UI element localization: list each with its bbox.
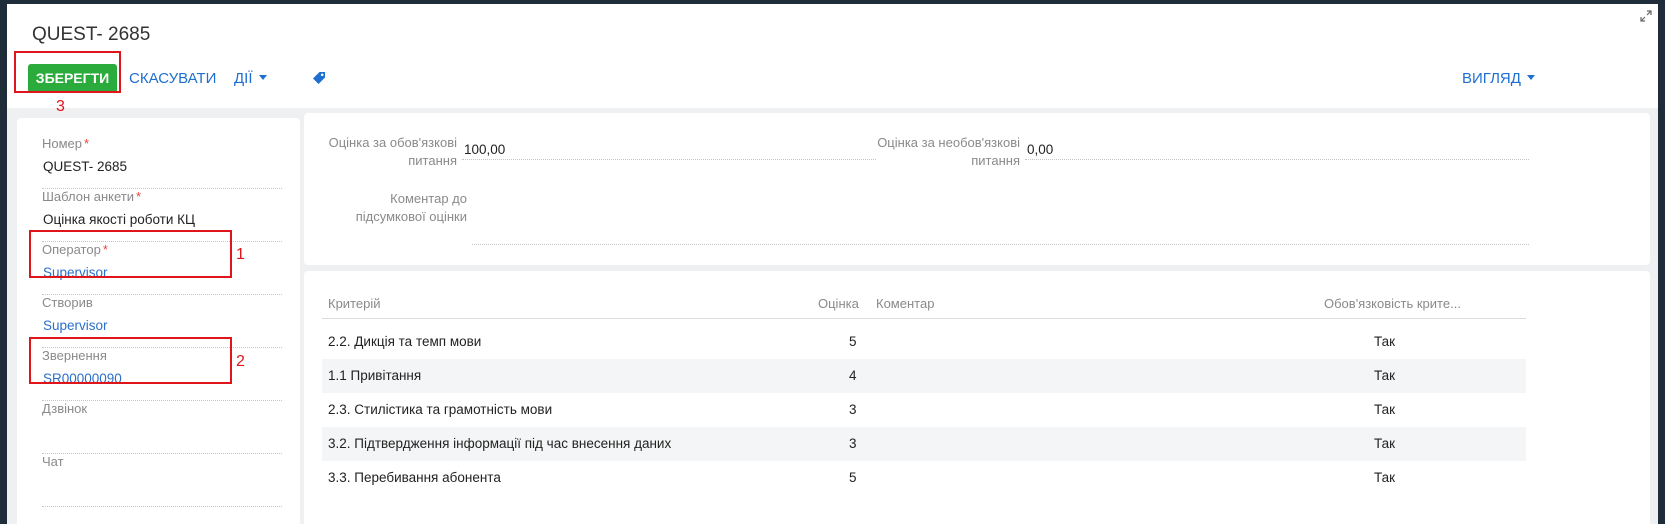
criterion-cell: 3.3. Перебивання абонента [328,470,501,485]
score-cell: 3 [849,402,857,417]
tag-icon[interactable] [311,70,327,86]
criterion-cell: 1.1 Привітання [328,368,422,383]
table-row[interactable]: 3.3. Перебивання абонента 5 Так [322,461,1526,495]
table-row[interactable]: 1.1 Привітання 4 Так [322,359,1526,393]
page-header: QUEST- 2685 ЗБЕРЕГТИ СКАСУВАТИ ДІЇ ВИГЛЯ… [7,4,1658,108]
number-value: QUEST- 2685 [43,159,128,174]
required-marker: * [136,189,142,204]
mandatory-cell: Так [1374,470,1396,485]
created-by-link[interactable]: Supervisor [43,318,108,333]
template-label: Шаблон анкети [42,189,135,204]
score-cell: 5 [849,334,857,349]
criterion-cell: 3.2. Підтвердження інформації під час вн… [328,436,672,451]
score-cell: 4 [849,368,857,383]
mandatory-cell: Так [1374,436,1396,451]
cancel-button[interactable]: СКАСУВАТИ [129,70,216,87]
table-row[interactable]: 2.3. Стилістика та грамотність мови 3 Та… [322,393,1526,427]
annotation-number-2: 2 [236,353,245,370]
score-cell: 5 [849,470,857,485]
annotation-number-1: 1 [236,246,245,263]
mandatory-score-value[interactable]: 100,00 [464,142,505,157]
field-underline [462,159,876,160]
column-header-comment[interactable]: Коментар [876,296,934,311]
call-label: Дзвінок [42,401,88,416]
mandatory-cell: Так [1374,368,1396,383]
optional-score-label: Оцінка за необов'язкові питання [877,135,1020,168]
column-header-score[interactable]: Оцінка [818,296,859,311]
field-underline [472,244,1529,245]
annotation-number-3: 3 [56,98,65,115]
field-underline [1025,159,1529,160]
view-dropdown[interactable]: ВИГЛЯД [1462,70,1535,87]
page-title: QUEST- 2685 [32,24,151,45]
number-label: Номер [42,136,83,151]
mandatory-score-label: Оцінка за обов'язкові питання [328,135,457,168]
actions-dropdown[interactable]: ДІЇ [234,70,267,87]
criteria-table: Критерій Оцінка Коментар Обов'язковість … [304,271,1650,524]
template-value: Оцінка якості роботи КЦ [43,212,195,227]
annotation-box-request [29,337,232,384]
column-header-criterion[interactable]: Критерій [328,296,380,311]
table-row[interactable]: 2.2. Дикція та темп мови 5 Так [322,325,1526,359]
actions-label: ДІЇ [234,70,253,87]
annotation-box-save [14,51,121,93]
chat-label: Чат [42,454,64,469]
view-label: ВИГЛЯД [1462,70,1521,87]
chat-field[interactable]: Чат [42,454,282,507]
mandatory-cell: Так [1374,334,1396,349]
call-field[interactable]: Дзвінок [42,401,282,454]
number-field[interactable]: Номер * QUEST- 2685 [42,136,282,189]
score-cell: 3 [849,436,857,451]
created-by-label: Створив [42,295,93,310]
criterion-cell: 2.3. Стилістика та грамотність мови [328,402,553,417]
criterion-cell: 2.2. Дикція та темп мови [328,334,482,349]
required-marker: * [84,136,90,151]
details-panel: Номер * QUEST- 2685 Шаблон анкети * Оцінка… [17,118,300,524]
toolbar: ЗБЕРЕГТИ СКАСУВАТИ ДІЇ ВИГЛЯД [7,56,1658,100]
record-window: QUEST- 2685 ЗБЕРЕГТИ СКАСУВАТИ ДІЇ ВИГЛЯ… [7,4,1658,524]
chevron-down-icon [258,75,267,80]
annotation-box-operator [29,230,232,278]
column-header-mandatory[interactable]: Обов'язковість крите... [1324,296,1461,311]
chevron-down-icon [1526,75,1535,80]
expand-icon[interactable] [1640,10,1652,22]
comment-label: Коментар до підсумкової оцінки [355,191,467,224]
scores-card: Оцінка за обов'язкові питання 100,00 Оці… [304,113,1650,265]
table-header-divider [322,318,1526,319]
optional-score-value[interactable]: 0,00 [1027,142,1053,157]
mandatory-cell: Так [1374,402,1396,417]
table-row[interactable]: 3.2. Підтвердження інформації під час вн… [322,427,1526,461]
